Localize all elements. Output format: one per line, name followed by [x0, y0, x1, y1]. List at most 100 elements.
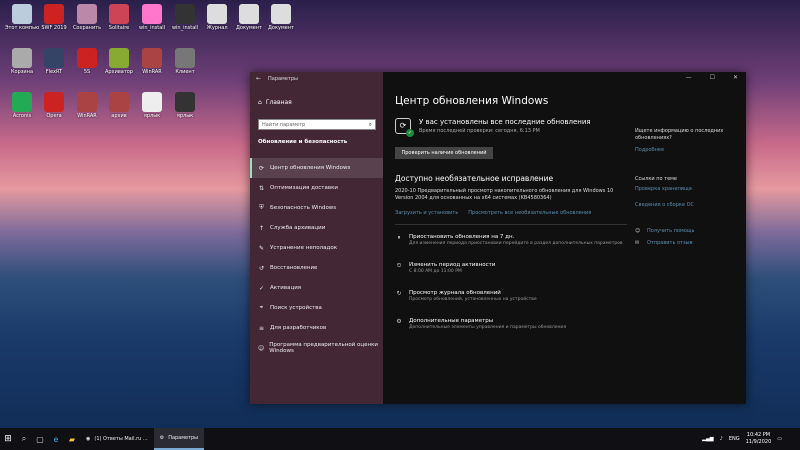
shield-icon: ⛨	[259, 204, 264, 211]
section-heading: Обновление и безопасность	[258, 139, 348, 145]
app-icon	[175, 4, 195, 24]
minimize-button[interactable]: —	[686, 74, 692, 81]
update-option[interactable]: ↻ Просмотр журнала обновлений Просмотр обн…	[395, 290, 635, 303]
sidebar-item[interactable]: ⟳ Центр обновления Windows	[250, 158, 383, 178]
view-optional-link[interactable]: Просмотреть все необязательные обновлени…	[468, 210, 591, 216]
app-icon	[77, 48, 97, 68]
desktop-icon[interactable]: архив	[102, 92, 136, 119]
update-option[interactable]: ⚙ Дополнительные параметры Дополнительные …	[395, 318, 635, 331]
desktop-icon[interactable]: win_install	[168, 4, 202, 31]
volume-icon[interactable]: ♪	[720, 436, 723, 442]
check-circle-icon: ✓	[258, 284, 265, 292]
sidebar-item[interactable]: ⌖ Поиск устройства	[250, 298, 383, 318]
app-icon	[44, 92, 64, 112]
more-info-link[interactable]: Подробнее	[635, 147, 735, 154]
desktop-icon[interactable]: Этот компьютер	[5, 4, 39, 31]
task-view-icon[interactable]: ▢	[32, 435, 48, 444]
desktop-icon[interactable]: WinRAR	[70, 92, 104, 119]
settings-icon: ⚙	[396, 318, 402, 325]
home-link[interactable]: ⌂ Главная	[258, 99, 292, 106]
insider-icon: ☺	[258, 344, 265, 352]
desktop-icon[interactable]: 5S	[70, 48, 104, 75]
history-icon: ↻	[396, 290, 402, 297]
sidebar-item[interactable]: ↺ Восстановление	[250, 258, 383, 278]
desktop-icon[interactable]: Журнал	[200, 4, 234, 31]
start-button[interactable]: ⊞	[0, 434, 16, 444]
dev-icon: ≡	[258, 324, 265, 332]
sidebar-item[interactable]: ⛨ Безопасность Windows	[250, 198, 383, 218]
storage-link[interactable]: Проверка хранилища	[635, 186, 735, 193]
sidebar-item[interactable]: ✓ Активация	[250, 278, 383, 298]
sidebar-item[interactable]: ☺ Программа предварительной оценки Window…	[250, 338, 383, 358]
app-icon	[44, 4, 64, 24]
browser-icon: ◉	[86, 436, 91, 442]
app-icon	[44, 48, 64, 68]
desktop-icon[interactable]: Opera	[37, 92, 71, 119]
notifications-icon[interactable]: ▭	[777, 436, 782, 442]
update-description: 2020-10 Предварительный просмотр накопит…	[395, 188, 614, 201]
app-icon	[12, 4, 32, 24]
settings-window: ← Параметры ⌂ Главная Найти параметр ⌕ Обн…	[250, 72, 746, 404]
desktop-icon[interactable]: ярлык	[168, 92, 202, 119]
desktop-icon[interactable]: FlexRT	[37, 48, 71, 75]
desktop-icon[interactable]: SWF 2019	[37, 4, 71, 31]
app-icon	[12, 92, 32, 112]
desktop-icon[interactable]: Acronis	[5, 92, 39, 119]
desktop-icon[interactable]: Корзина	[5, 48, 39, 75]
desktop-icon[interactable]: Solitaire	[102, 4, 136, 31]
app-icon	[109, 48, 129, 68]
explorer-icon[interactable]: ▰	[64, 435, 80, 444]
home-icon: ⌂	[258, 99, 262, 106]
app-icon	[77, 4, 97, 24]
desktop-icon[interactable]: win_install	[135, 4, 169, 31]
download-install-link[interactable]: Загрузить и установить	[395, 210, 458, 216]
system-tray: ▂▄▆ ♪ ENG 10:42 PM 11/9/2020 ▭	[702, 428, 782, 450]
search-icon[interactable]: ⌕	[16, 434, 32, 444]
clock[interactable]: 10:42 PM 11/9/2020	[746, 432, 772, 446]
sidebar-item[interactable]: ⇅ Оптимизация доставки	[250, 178, 383, 198]
sidebar-item[interactable]: ✎ Устранение неполадок	[250, 238, 383, 258]
build-info-link[interactable]: Сведения о сборке ОС	[635, 202, 735, 209]
get-help-link[interactable]: ☺ Получить помощь	[635, 228, 735, 235]
desktop-icon[interactable]: Клиент	[168, 48, 202, 75]
desktop-icon[interactable]: Документ	[264, 4, 298, 31]
window-controls: — ☐ ✕	[686, 74, 738, 81]
pause-icon: ⏸	[397, 234, 401, 241]
app-icon	[175, 92, 195, 112]
edge-icon[interactable]: e	[48, 435, 64, 444]
close-button[interactable]: ✕	[733, 74, 738, 81]
taskbar: ⊞ ⌕ ▢ e ▰ ◉ (1) Ответы Mail.ru ... ⚙ Параме…	[0, 428, 800, 450]
maximize-button[interactable]: ☐	[710, 74, 715, 81]
location-icon: ⌖	[259, 304, 264, 311]
desktop-icon[interactable]: Сохранить	[70, 4, 104, 31]
sync-icon: ⟳	[258, 164, 265, 172]
language-indicator[interactable]: ENG	[729, 436, 740, 442]
network-icon[interactable]: ▂▄▆	[702, 436, 714, 442]
update-option[interactable]: ⏸ Приостановить обновления на 7 дн. Для из…	[395, 234, 635, 247]
back-arrow-icon[interactable]: ←	[256, 75, 261, 82]
status-title: У вас установлены все последние обновлен…	[419, 118, 591, 126]
main-panel: — ☐ ✕ Центр обновления Windows ⟳ ✓ У вас …	[383, 72, 746, 404]
desktop-icon[interactable]: WinRAR	[135, 48, 169, 75]
desktop-icon[interactable]: Документ	[232, 4, 266, 31]
update-option[interactable]: ⏲ Изменить период активности С 8:00 AM до …	[395, 262, 635, 275]
sidebar-item[interactable]: ↑ Служба архивации	[250, 218, 383, 238]
taskbar-task[interactable]: ◉ (1) Ответы Mail.ru ...	[80, 428, 154, 450]
check-updates-button[interactable]: Проверить наличие обновлений	[395, 147, 493, 159]
app-icon	[109, 92, 129, 112]
desktop-icon[interactable]: Архиватор	[102, 48, 136, 75]
help-icon: ☺	[635, 228, 641, 234]
nav-list: ⟳ Центр обновления Windows ⇅ Оптимизация до…	[250, 158, 383, 358]
wrench-icon: ✎	[258, 244, 265, 252]
taskbar-task[interactable]: ⚙ Параметры	[153, 428, 205, 450]
desktop-icon[interactable]: ярлык	[135, 92, 169, 119]
search-input[interactable]: Найти параметр ⌕	[258, 119, 376, 130]
feedback-link[interactable]: ✉ Отправить отзыв	[635, 240, 735, 247]
app-icon	[77, 92, 97, 112]
settings-icon: ⚙	[159, 435, 165, 441]
search-icon: ⌕	[368, 121, 372, 128]
window-title: Параметры	[268, 76, 298, 82]
sidebar-item[interactable]: ≡ Для разработчиков	[250, 318, 383, 338]
app-icon	[207, 4, 227, 24]
app-icon	[175, 48, 195, 68]
